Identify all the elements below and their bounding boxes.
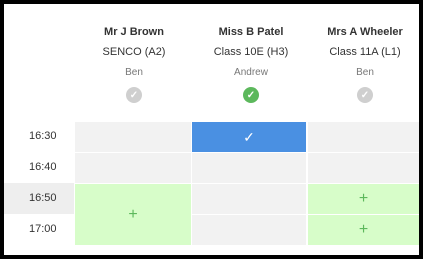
time-label: 16:30	[29, 130, 57, 142]
plus-icon: +	[358, 221, 369, 238]
check-circle-icon[interactable]: ✓	[126, 87, 142, 103]
slot-unavailable	[75, 152, 191, 183]
time-label: 16:40	[29, 161, 57, 173]
teacher-column-header: Miss B Patel Class 10E (H3) Andrew ✓	[192, 4, 310, 121]
teacher-name: Miss B Patel	[218, 26, 284, 38]
check-icon: ✓	[243, 128, 255, 145]
teacher-class: SENCO (A2)	[102, 46, 166, 58]
slot-unavailable	[192, 214, 306, 245]
slot-booked[interactable]: ✓	[192, 121, 306, 152]
check-circle-icon[interactable]: ✓	[243, 87, 259, 103]
slot-unavailable	[308, 121, 419, 152]
slot-available[interactable]: +	[308, 214, 419, 245]
slot-unavailable	[192, 152, 306, 183]
teacher-class: Class 11A (L1)	[329, 46, 401, 58]
teacher-class: Class 10E (H3)	[213, 46, 289, 58]
check-circle-icon[interactable]: ✓	[357, 87, 373, 103]
teacher-name: Mrs A Wheeler	[327, 26, 403, 38]
time-label: 16:50	[4, 183, 74, 214]
plus-icon: +	[128, 205, 138, 223]
slot-unavailable	[75, 121, 191, 152]
plus-icon: +	[358, 190, 369, 207]
teacher-name: Mr J Brown	[104, 26, 164, 38]
slot-unavailable	[308, 152, 419, 183]
teacher-column-header: Mrs A Wheeler Class 11A (L1) Ben ✓	[306, 4, 419, 121]
teacher-column-header: Mr J Brown SENCO (A2) Ben ✓	[75, 4, 193, 121]
slot-available[interactable]: +	[75, 183, 191, 245]
student-name: Ben	[125, 67, 143, 78]
time-label: 17:00	[29, 223, 57, 235]
student-name: Andrew	[234, 67, 268, 78]
slot-available[interactable]: +	[308, 183, 419, 214]
slot-unavailable	[192, 183, 306, 214]
student-name: Ben	[356, 67, 374, 78]
appointment-grid: Mr J Brown SENCO (A2) Ben ✓ Miss B Patel…	[4, 4, 419, 255]
